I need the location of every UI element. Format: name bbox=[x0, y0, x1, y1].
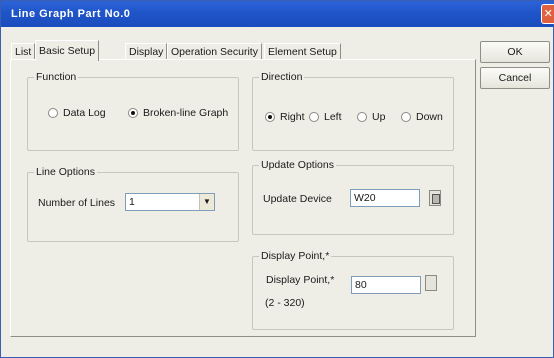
ok-button[interactable]: OK bbox=[480, 41, 550, 63]
number-of-lines-label: Number of Lines bbox=[38, 197, 116, 209]
line-options-group-title: Line Options bbox=[34, 166, 97, 178]
direction-group: Direction Right Left Up Down bbox=[252, 71, 454, 151]
display-point-value: 80 bbox=[355, 279, 367, 291]
radio-button-selected-icon bbox=[265, 112, 275, 122]
radio-label: Broken-line Graph bbox=[143, 107, 229, 119]
tab-element-setup[interactable]: Element Setup bbox=[264, 43, 341, 60]
update-device-label: Update Device bbox=[263, 193, 332, 205]
direction-group-title: Direction bbox=[259, 71, 305, 83]
radio-left[interactable]: Left bbox=[309, 111, 342, 123]
radio-button-selected-icon bbox=[128, 108, 138, 118]
display-point-input[interactable]: 80 bbox=[351, 276, 421, 294]
number-of-lines-value: 1 bbox=[129, 196, 135, 208]
radio-up[interactable]: Up bbox=[357, 111, 385, 123]
tab-basic-setup[interactable]: Basic Setup bbox=[35, 40, 100, 61]
close-icon: ✕ bbox=[543, 8, 554, 20]
radio-button-icon bbox=[357, 112, 367, 122]
radio-right[interactable]: Right bbox=[265, 111, 305, 123]
radio-label: Data Log bbox=[63, 107, 106, 119]
radio-label: Right bbox=[280, 111, 305, 123]
close-button[interactable]: ✕ bbox=[541, 4, 554, 24]
radio-button-icon bbox=[401, 112, 411, 122]
cancel-button[interactable]: Cancel bbox=[480, 67, 550, 89]
tab-list[interactable]: List bbox=[11, 43, 36, 60]
tab-operation-security[interactable]: Operation Security bbox=[167, 43, 262, 60]
ellipsis-icon[interactable] bbox=[425, 275, 437, 291]
radio-data-log[interactable]: Data Log bbox=[48, 107, 106, 119]
dialog-window: Line Graph Part No.0 ✕ List Basic Setup … bbox=[0, 0, 554, 358]
radio-down[interactable]: Down bbox=[401, 111, 443, 123]
device-browse-icon[interactable] bbox=[429, 190, 441, 206]
line-options-group: Line Options Number of Lines 1 ▼ bbox=[27, 166, 239, 242]
radio-button-icon bbox=[309, 112, 319, 122]
basic-setup-panel: Function Data Log Broken-line Graph Dire… bbox=[10, 59, 476, 337]
radio-button-icon bbox=[48, 108, 58, 118]
function-group: Function Data Log Broken-line Graph bbox=[27, 71, 239, 151]
update-options-group: Update Options Update Device W20 bbox=[252, 159, 454, 235]
radio-label: Down bbox=[416, 111, 443, 123]
title-bar[interactable]: Line Graph Part No.0 ✕ bbox=[1, 1, 554, 27]
radio-broken-line-graph[interactable]: Broken-line Graph bbox=[128, 107, 228, 119]
radio-label: Left bbox=[324, 111, 342, 123]
display-point-range-hint: (2 - 320) bbox=[265, 297, 305, 309]
update-options-group-title: Update Options bbox=[259, 159, 336, 171]
chevron-down-icon[interactable]: ▼ bbox=[199, 194, 214, 210]
function-group-title: Function bbox=[34, 71, 79, 83]
update-device-value: W20 bbox=[354, 192, 376, 204]
radio-label: Up bbox=[372, 111, 386, 123]
window-title: Line Graph Part No.0 bbox=[11, 8, 131, 20]
display-point-group: Display Point,* Display Point,* 80 (2 - … bbox=[252, 250, 454, 330]
number-of-lines-select[interactable]: 1 ▼ bbox=[125, 193, 215, 211]
update-device-input[interactable]: W20 bbox=[350, 189, 420, 207]
display-point-label: Display Point,* bbox=[266, 274, 335, 286]
tab-display[interactable]: Display bbox=[125, 43, 168, 60]
display-point-group-title: Display Point,* bbox=[259, 250, 332, 262]
